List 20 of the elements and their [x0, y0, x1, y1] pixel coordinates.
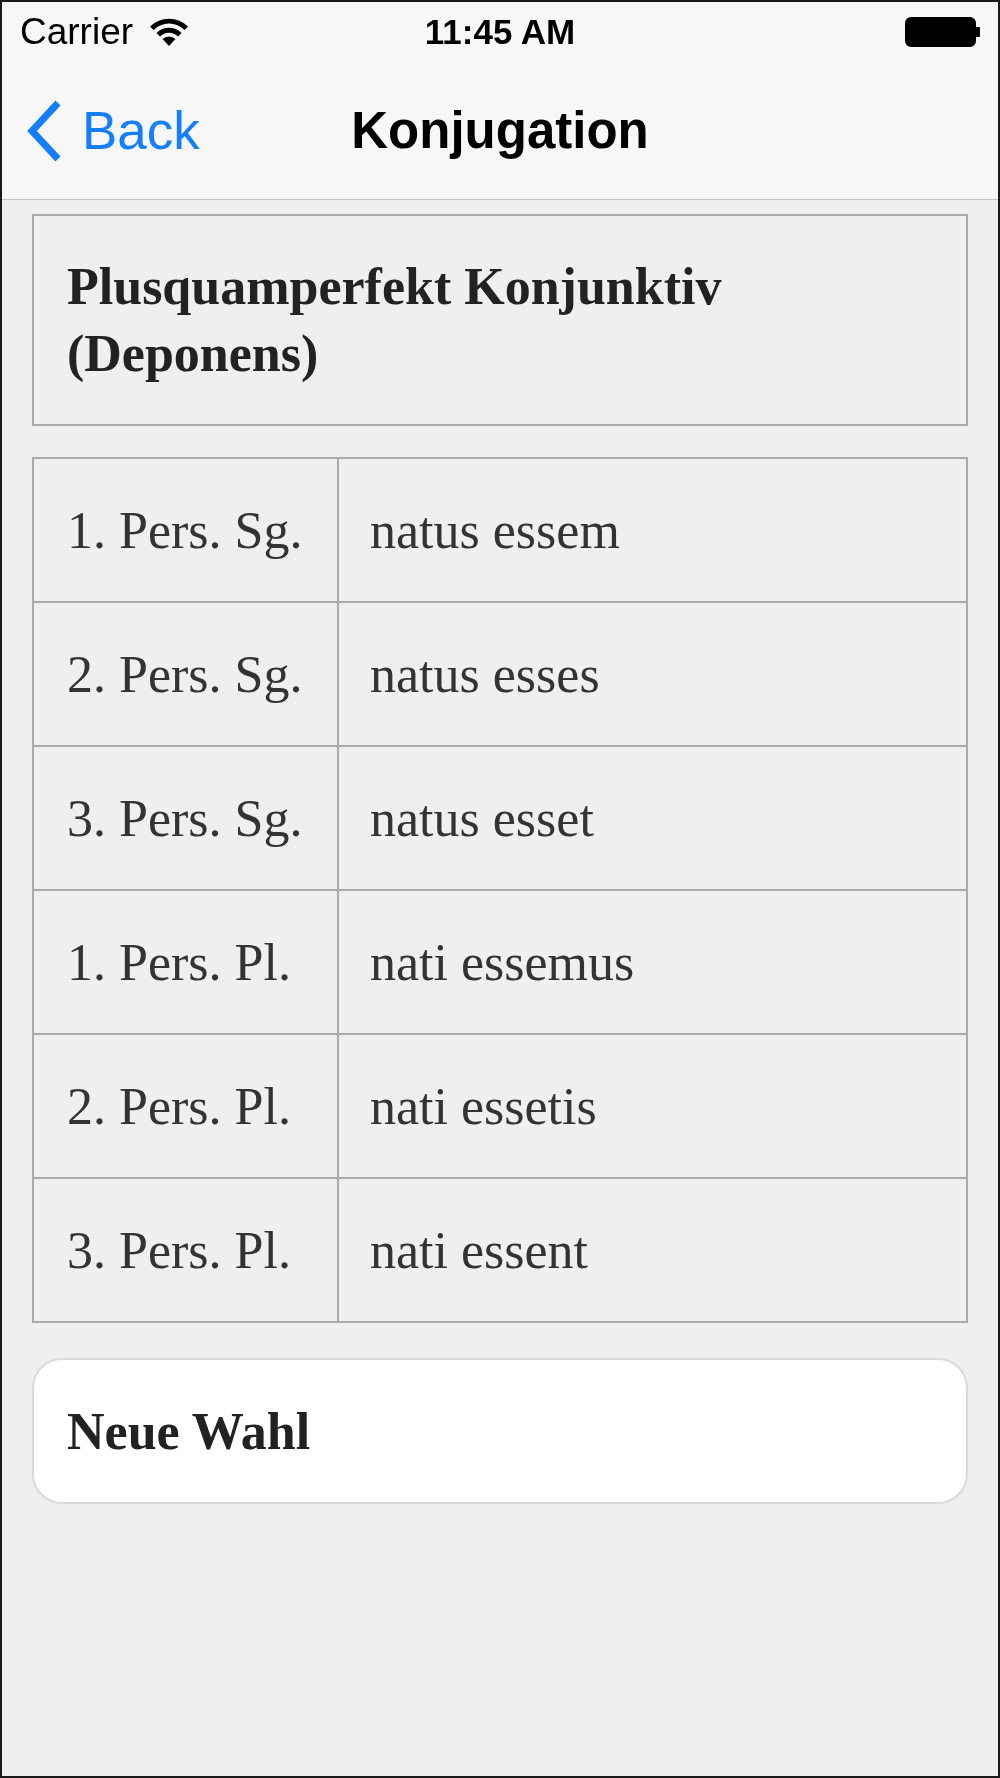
- table-cell-text: natus esses: [369, 644, 601, 705]
- carrier-name: Carrier: [20, 10, 134, 54]
- table-cell-text: nati essent: [369, 1220, 590, 1281]
- new-choice-button[interactable]: Neue Wahl: [32, 1358, 968, 1504]
- table-cell: 2. Pers. Sg.: [34, 603, 339, 745]
- table-cell-text: nati essetis: [369, 1076, 598, 1137]
- status-time: 11:45 AM: [424, 11, 576, 53]
- table-cell-text: natus essem: [369, 500, 621, 561]
- wifi-icon: [149, 17, 190, 47]
- table-cell: 3. Pers. Pl.: [34, 1179, 339, 1321]
- screen-title: Konjugation: [351, 100, 649, 161]
- table-cell: 1. Pers. Pl.: [34, 891, 339, 1033]
- table-cell: 3. Pers. Sg.: [34, 747, 339, 889]
- table-cell-text: nati essemus: [369, 932, 636, 993]
- table-cell: 2. Pers. Pl.: [34, 1035, 339, 1177]
- back-button[interactable]: Back: [24, 98, 200, 163]
- table-cell: 1. Pers. Sg.: [34, 459, 339, 601]
- table-cell-text: natus esset: [369, 788, 595, 849]
- tense-heading: Plusquamperfekt Konjunktiv (Deponens): [32, 214, 968, 426]
- battery-icon: [905, 17, 981, 47]
